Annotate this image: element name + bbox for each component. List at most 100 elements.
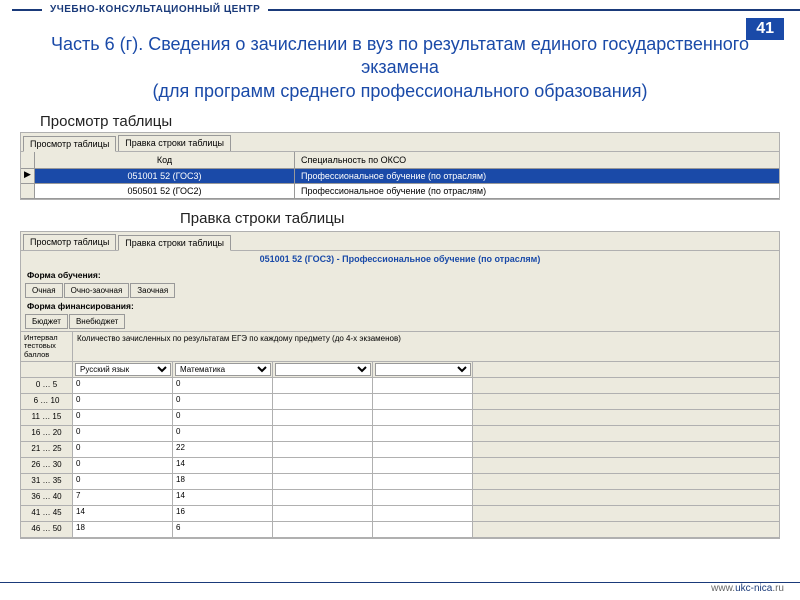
cell-value[interactable]: 0 xyxy=(73,426,173,441)
tab-parttime[interactable]: Очно-заочная xyxy=(64,283,130,298)
section-edit-label: Правка строки таблицы xyxy=(0,210,800,227)
tab-view-2[interactable]: Просмотр таблицы xyxy=(23,234,116,250)
panel-view-table: Просмотр таблицы Правка строки таблицы К… xyxy=(20,132,780,200)
data-row: 6 … 1000 xyxy=(21,394,779,410)
cell-value[interactable]: 18 xyxy=(73,522,173,537)
cell-value[interactable]: 6 xyxy=(173,522,273,537)
tab-distance[interactable]: Заочная xyxy=(130,283,175,298)
tab-nonbudget[interactable]: Внебюджет xyxy=(69,314,125,329)
form-financing-tabs: Бюджет Внебюджет xyxy=(21,314,779,329)
cell-range: 31 … 35 xyxy=(21,474,73,489)
cell-value[interactable]: 0 xyxy=(73,378,173,393)
panel2-tabs: Просмотр таблицы Правка строки таблицы xyxy=(21,232,779,251)
cell-value[interactable]: 0 xyxy=(73,394,173,409)
title-line-2: (для программ среднего профессионального… xyxy=(20,80,780,103)
cell-spec: Профессиональное обучение (по отраслям) xyxy=(295,169,779,184)
cell-value[interactable] xyxy=(273,458,373,473)
footer-www: www. xyxy=(711,583,735,594)
col-interval-head: Интервал тестовых баллов xyxy=(21,332,73,361)
tab-edit[interactable]: Правка строки таблицы xyxy=(118,135,231,151)
rule-right xyxy=(268,9,800,11)
cell-value[interactable] xyxy=(373,378,473,393)
page-title: Часть 6 (г). Сведения о зачислении в вуз… xyxy=(0,15,800,111)
cell-spec: Профессиональное обучение (по отраслям) xyxy=(295,184,779,199)
data-caption: Количество зачисленных по результатам ЕГ… xyxy=(73,332,779,361)
footer-domain: ukc-nica xyxy=(735,583,772,594)
cell-range: 16 … 20 xyxy=(21,426,73,441)
tab-edit-2[interactable]: Правка строки таблицы xyxy=(118,235,231,251)
col-head-spec: Специальность по ОКСО xyxy=(295,152,779,169)
cell-value[interactable]: 0 xyxy=(73,410,173,425)
cell-value[interactable] xyxy=(273,522,373,537)
tab-view[interactable]: Просмотр таблицы xyxy=(23,136,116,152)
cell-value[interactable]: 0 xyxy=(173,378,273,393)
cell-value[interactable]: 14 xyxy=(173,458,273,473)
tab-fulltime[interactable]: Очная xyxy=(25,283,63,298)
tab-budget[interactable]: Бюджет xyxy=(25,314,68,329)
cell-value[interactable]: 18 xyxy=(173,474,273,489)
cell-value[interactable]: 0 xyxy=(73,442,173,457)
cell-value[interactable]: 22 xyxy=(173,442,273,457)
col-head-code: Код xyxy=(35,152,295,169)
subject-select-4[interactable] xyxy=(375,363,471,376)
cell-value[interactable] xyxy=(273,474,373,489)
cell-value[interactable]: 0 xyxy=(73,474,173,489)
cell-value[interactable]: 0 xyxy=(173,394,273,409)
cell-range: 26 … 30 xyxy=(21,458,73,473)
cell-value[interactable] xyxy=(273,506,373,521)
cell-value[interactable]: 14 xyxy=(73,506,173,521)
edit-header-line: 051001 52 (ГОС3) - Профессиональное обуч… xyxy=(21,251,779,267)
cell-value[interactable]: 0 xyxy=(173,426,273,441)
cell-value[interactable] xyxy=(373,426,473,441)
data-row: 0 … 500 xyxy=(21,378,779,394)
grid-head: Код Специальность по ОКСО xyxy=(21,152,779,169)
cell-value[interactable] xyxy=(273,378,373,393)
cell-value[interactable] xyxy=(273,410,373,425)
cell-value[interactable] xyxy=(273,394,373,409)
data-row: 36 … 40714 xyxy=(21,490,779,506)
cell-value[interactable]: 16 xyxy=(173,506,273,521)
subject-select-2[interactable]: Математика xyxy=(175,363,271,376)
cell-value[interactable] xyxy=(373,490,473,505)
cell-range: 0 … 5 xyxy=(21,378,73,393)
cell-value[interactable] xyxy=(273,490,373,505)
panel1-tabs: Просмотр таблицы Правка строки таблицы xyxy=(21,133,779,152)
subject-select-2-wrap: Математика xyxy=(173,362,273,377)
cell-value[interactable] xyxy=(373,474,473,489)
cell-value[interactable] xyxy=(273,426,373,441)
form-education-label: Форма обучения: xyxy=(21,267,779,283)
cell-value[interactable] xyxy=(373,522,473,537)
table-row[interactable]: 050501 52 (ГОС2) Профессиональное обучен… xyxy=(21,184,779,199)
data-row: 11 … 1500 xyxy=(21,410,779,426)
table-row[interactable]: ▶ 051001 52 (ГОС3) Профессиональное обуч… xyxy=(21,169,779,184)
cell-value[interactable]: 14 xyxy=(173,490,273,505)
row-marker xyxy=(21,184,35,199)
form-financing-label: Форма финансирования: xyxy=(21,298,779,314)
title-line-1: Часть 6 (г). Сведения о зачислении в вуз… xyxy=(20,33,780,80)
topbar: УЧЕБНО-КОНСУЛЬТАЦИОННЫЙ ЦЕНТР xyxy=(0,0,800,15)
cell-value[interactable] xyxy=(373,458,473,473)
cell-value[interactable] xyxy=(373,442,473,457)
subject-select-1[interactable]: Русский язык xyxy=(75,363,171,376)
data-row: 16 … 2000 xyxy=(21,426,779,442)
cell-value[interactable]: 0 xyxy=(73,458,173,473)
rowmarker-head xyxy=(21,152,35,169)
subject-select-3[interactable] xyxy=(275,363,371,376)
subject-select-1-wrap: Русский язык xyxy=(73,362,173,377)
data-row: 31 … 35018 xyxy=(21,474,779,490)
data-row: 41 … 451416 xyxy=(21,506,779,522)
cell-value[interactable] xyxy=(373,410,473,425)
cell-range: 46 … 50 xyxy=(21,522,73,537)
cell-range: 36 … 40 xyxy=(21,490,73,505)
subject-select-4-wrap xyxy=(373,362,473,377)
cell-code: 051001 52 (ГОС3) xyxy=(35,169,295,184)
cell-value[interactable] xyxy=(373,394,473,409)
cell-value[interactable]: 0 xyxy=(173,410,273,425)
cell-value[interactable]: 7 xyxy=(73,490,173,505)
topbar-label: УЧЕБНО-КОНСУЛЬТАЦИОННЫЙ ЦЕНТР xyxy=(50,4,260,15)
subject-select-3-wrap xyxy=(273,362,373,377)
cell-value[interactable] xyxy=(373,506,473,521)
data-row: 46 … 50186 xyxy=(21,522,779,538)
cell-value[interactable] xyxy=(273,442,373,457)
form-education-tabs: Очная Очно-заочная Заочная xyxy=(21,283,779,298)
